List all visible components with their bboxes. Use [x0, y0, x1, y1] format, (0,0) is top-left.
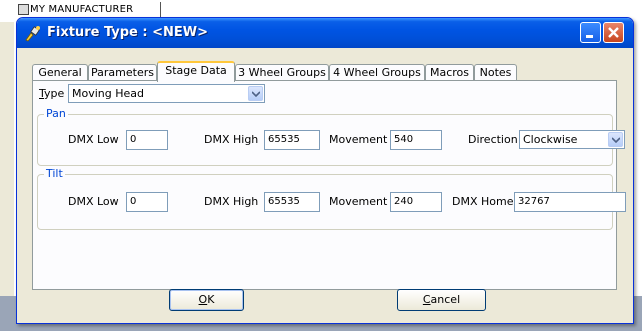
type-select-dropdown-button[interactable] — [248, 86, 263, 101]
pan-dmx-high-label: DMX High — [204, 133, 259, 146]
tab-label: 4 Wheel Groups — [333, 66, 421, 79]
ok-label: K — [207, 293, 215, 306]
tab-macros[interactable]: Macros — [425, 64, 474, 81]
ok-accelerator: O — [198, 293, 208, 306]
pan-dmx-low-input[interactable]: 0 — [126, 130, 168, 150]
pan-direction-value: Clockwise — [523, 133, 578, 146]
tilt-group: Tilt DMX Low 0 DMX High 65535 Movement 2… — [37, 167, 626, 230]
chevron-down-icon — [252, 91, 260, 97]
background-separator — [160, 2, 161, 18]
pan-dmx-high-input[interactable]: 65535 — [264, 130, 320, 150]
ok-button[interactable]: OK — [169, 289, 244, 311]
stage-data-panel: Type Moving Head Pan DMX Low 0 DMX High … — [32, 80, 626, 290]
close-button[interactable] — [603, 22, 624, 43]
pan-movement-input[interactable]: 540 — [390, 130, 442, 150]
cancel-label: ancel — [430, 293, 461, 306]
background-window-icon — [18, 4, 29, 15]
tab-label: General — [38, 66, 82, 79]
cancel-accelerator: C — [422, 293, 431, 306]
fixture-icon — [25, 26, 40, 42]
minimize-button[interactable] — [580, 22, 601, 43]
pan-group: Pan DMX Low 0 DMX High 65535 Movement 54… — [37, 107, 625, 166]
pan-direction-select[interactable]: Clockwise — [519, 130, 625, 149]
cancel-button[interactable]: Cancel — [397, 289, 486, 311]
background-window-edge — [0, 22, 14, 331]
minimize-icon — [586, 35, 593, 38]
pan-dmx-low-label: DMX Low — [68, 133, 119, 146]
tab-label: Macros — [429, 66, 470, 79]
tab-label: Stage Data — [165, 64, 227, 77]
tilt-movement-input[interactable]: 240 — [390, 192, 442, 212]
pan-direction-label: Direction — [468, 133, 518, 146]
tilt-dmx-home-input[interactable]: 32767 — [514, 192, 626, 212]
tab-4-wheel-groups[interactable]: 4 Wheel Groups — [329, 64, 425, 81]
tab-general[interactable]: General — [32, 64, 88, 81]
fixture-type-dialog: Fixture Type : <NEW> General Parameters … — [16, 17, 634, 324]
tab-label: Notes — [479, 66, 512, 79]
tilt-group-title: Tilt — [44, 167, 65, 180]
background-window-label: MY MANUFACTURER — [30, 4, 134, 15]
tilt-dmx-low-input[interactable]: 0 — [126, 192, 168, 212]
close-icon — [608, 27, 619, 38]
tilt-dmx-home-label: DMX Home — [452, 195, 514, 208]
tilt-dmx-high-input[interactable]: 65535 — [264, 192, 320, 212]
tab-3-wheel-groups[interactable]: 3 Wheel Groups — [235, 64, 329, 81]
tab-parameters[interactable]: Parameters — [88, 64, 157, 81]
tilt-dmx-low-label: DMX Low — [68, 195, 119, 208]
tab-label: 3 Wheel Groups — [238, 66, 326, 79]
type-label-text: ype — [44, 87, 65, 100]
type-select[interactable]: Moving Head — [68, 84, 265, 103]
chevron-down-icon — [612, 137, 620, 143]
tilt-movement-label: Movement — [329, 195, 388, 208]
type-label: Type — [39, 87, 64, 100]
pan-movement-label: Movement — [329, 133, 388, 146]
tab-label: Parameters — [91, 66, 154, 79]
type-select-value: Moving Head — [72, 87, 144, 100]
tilt-dmx-high-label: DMX High — [204, 195, 259, 208]
pan-direction-dropdown-button[interactable] — [608, 132, 623, 147]
dialog-title: Fixture Type : <NEW> — [47, 25, 209, 40]
title-bar[interactable]: Fixture Type : <NEW> — [17, 18, 633, 48]
tab-notes[interactable]: Notes — [474, 64, 517, 81]
pan-group-title: Pan — [44, 107, 68, 120]
tab-stage-data[interactable]: Stage Data — [157, 61, 235, 82]
